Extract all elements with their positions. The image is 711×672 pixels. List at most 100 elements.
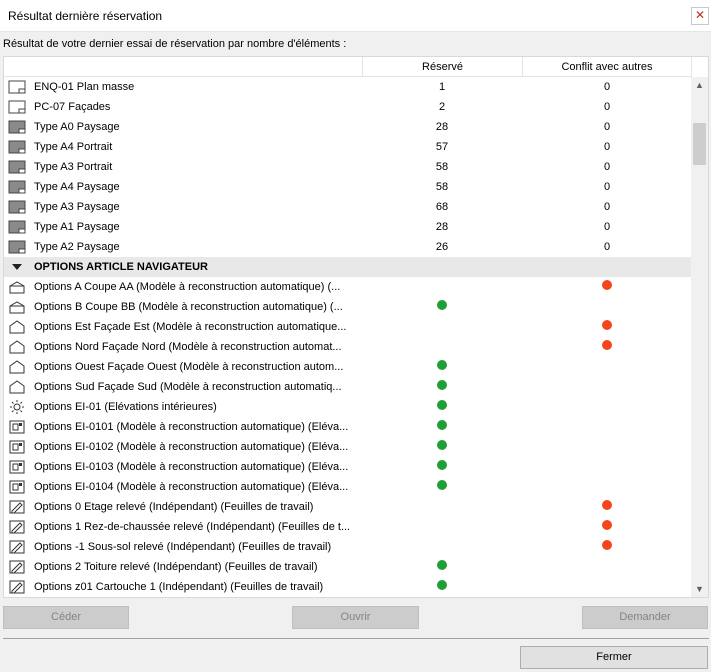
table-row[interactable]: ENQ-01 Plan masse 1 0 <box>4 77 692 97</box>
row-name: OPTIONS ARTICLE NAVIGATEUR <box>34 261 208 273</box>
ouvrir-button[interactable]: Ouvrir <box>292 606 419 629</box>
table-header: Réservé Conflit avec autres <box>4 57 692 77</box>
table-row[interactable]: Options B Coupe BB (Modèle à reconstruct… <box>4 297 692 317</box>
table-row[interactable]: Options 1 Rez-de-chaussée relevé (Indépe… <box>4 517 692 537</box>
row-name: Options Nord Façade Nord (Modèle à recon… <box>34 341 342 353</box>
interior-view-icon <box>8 480 26 494</box>
master-layout-icon <box>8 200 26 214</box>
conflict-count: 0 <box>603 161 611 173</box>
conflict-status-icon <box>602 340 612 350</box>
scroll-down-icon[interactable]: ▼ <box>691 581 708 597</box>
reserved-count: 68 <box>435 201 449 213</box>
row-name: Options EI-0102 (Modèle à reconstruction… <box>34 441 349 453</box>
interior-view-icon <box>8 420 26 434</box>
table-row[interactable]: Type A4 Portrait 57 0 <box>4 137 692 157</box>
window-title: Résultat dernière réservation <box>8 9 163 23</box>
scroll-up-icon[interactable]: ▲ <box>691 77 708 94</box>
table-row[interactable]: Options Nord Façade Nord (Modèle à recon… <box>4 337 692 357</box>
reserved-status-icon <box>437 440 447 450</box>
layout-sheet-icon <box>8 100 26 114</box>
column-header-conflict[interactable]: Conflit avec autres <box>522 57 692 77</box>
conflict-count: 0 <box>603 181 611 193</box>
row-name: Type A4 Portrait <box>34 141 113 153</box>
conflict-count: 0 <box>603 241 611 253</box>
table-row[interactable]: Type A2 Paysage 26 0 <box>4 237 692 257</box>
table-row[interactable]: Options -1 Sous-sol relevé (Indépendant)… <box>4 537 692 557</box>
conflict-status-icon <box>602 520 612 530</box>
column-header-reserved[interactable]: Réservé <box>362 57 522 77</box>
elevation-icon <box>8 320 26 334</box>
row-name: Options z01 Cartouche 1 (Indépendant) (F… <box>34 581 324 593</box>
conflict-status-icon <box>602 540 612 550</box>
worksheet-icon <box>8 500 26 514</box>
row-name: Options B Coupe BB (Modèle à reconstruct… <box>34 301 343 313</box>
reserved-count: 1 <box>438 81 446 93</box>
table-row[interactable]: Type A1 Paysage 28 0 <box>4 217 692 237</box>
table-row[interactable]: Type A3 Paysage 68 0 <box>4 197 692 217</box>
reserved-count: 2 <box>438 101 446 113</box>
reserved-status-icon <box>437 420 447 430</box>
table-row[interactable]: Options EI-0101 (Modèle à reconstruction… <box>4 417 692 437</box>
row-name: Type A4 Paysage <box>34 181 120 193</box>
reserved-status-icon <box>437 580 447 590</box>
table-row[interactable]: Options EI-01 (Elévations intérieures) <box>4 397 692 417</box>
expand-arrow-icon[interactable] <box>8 260 26 274</box>
reservation-table: Réservé Conflit avec autres ENQ-01 Plan … <box>3 56 709 598</box>
row-name: Options EI-0101 (Modèle à reconstruction… <box>34 421 349 433</box>
divider <box>3 638 709 639</box>
conflict-status-icon <box>602 320 612 330</box>
table-row[interactable]: Options EI-0103 (Modèle à reconstruction… <box>4 457 692 477</box>
table-row[interactable]: Options 2 Toiture relevé (Indépendant) (… <box>4 557 692 577</box>
section-icon <box>8 300 26 314</box>
table-body: ENQ-01 Plan masse 1 0 PC-07 Façades 2 0 Type A… <box>4 77 692 597</box>
table-row[interactable]: Options EI-0102 (Modèle à reconstruction… <box>4 437 692 457</box>
group-header-row[interactable]: OPTIONS ARTICLE NAVIGATEUR <box>4 257 692 277</box>
table-row[interactable]: Options z01 Cartouche 1 (Indépendant) (F… <box>4 577 692 597</box>
row-name: ENQ-01 Plan masse <box>34 81 135 93</box>
worksheet-icon <box>8 560 26 574</box>
table-row[interactable]: Type A3 Portrait 58 0 <box>4 157 692 177</box>
layout-sheet-icon <box>8 80 26 94</box>
vertical-scrollbar[interactable]: ▲ ▼ <box>691 77 708 597</box>
reserved-status-icon <box>437 560 447 570</box>
demander-button[interactable]: Demander <box>582 606 708 629</box>
table-row[interactable]: Options A Coupe AA (Modèle à reconstruct… <box>4 277 692 297</box>
master-layout-icon <box>8 240 26 254</box>
reserved-count: 58 <box>435 161 449 173</box>
scrollbar-thumb[interactable] <box>693 123 706 165</box>
table-row[interactable]: Type A4 Paysage 58 0 <box>4 177 692 197</box>
conflict-count: 0 <box>603 121 611 133</box>
reserved-status-icon <box>437 360 447 370</box>
fermer-button[interactable]: Fermer <box>520 646 708 669</box>
table-row[interactable]: Type A0 Paysage 28 0 <box>4 117 692 137</box>
column-header-name[interactable] <box>4 57 362 77</box>
row-name: Type A0 Paysage <box>34 121 120 133</box>
ceder-button[interactable]: Céder <box>3 606 129 629</box>
interior-view-icon <box>8 460 26 474</box>
table-row[interactable]: PC-07 Façades 2 0 <box>4 97 692 117</box>
elevation-icon <box>8 340 26 354</box>
elevation-icon <box>8 380 26 394</box>
table-row[interactable]: Options Est Façade Est (Modèle à reconst… <box>4 317 692 337</box>
row-name: Options Est Façade Est (Modèle à reconst… <box>34 321 347 333</box>
close-button[interactable]: ✕ <box>691 7 709 25</box>
row-name: Options A Coupe AA (Modèle à reconstruct… <box>34 281 341 293</box>
reserved-count: 28 <box>435 221 449 233</box>
master-layout-icon <box>8 220 26 234</box>
reserved-count: 57 <box>435 141 449 153</box>
table-row[interactable]: Options 0 Etage relevé (Indépendant) (Fe… <box>4 497 692 517</box>
conflict-count: 0 <box>603 201 611 213</box>
reserved-status-icon <box>437 380 447 390</box>
table-row[interactable]: Options Sud Façade Sud (Modèle à reconst… <box>4 377 692 397</box>
table-row[interactable]: Options Ouest Façade Ouest (Modèle à rec… <box>4 357 692 377</box>
conflict-status-icon <box>602 280 612 290</box>
row-name: Options EI-01 (Elévations intérieures) <box>34 401 217 413</box>
table-row[interactable]: Options EI-0104 (Modèle à reconstruction… <box>4 477 692 497</box>
conflict-count: 0 <box>603 221 611 233</box>
master-layout-icon <box>8 160 26 174</box>
row-name: Options Sud Façade Sud (Modèle à reconst… <box>34 381 342 393</box>
row-name: Options -1 Sous-sol relevé (Indépendant)… <box>34 541 332 553</box>
worksheet-icon <box>8 520 26 534</box>
row-name: Options 1 Rez-de-chaussée relevé (Indépe… <box>34 521 351 533</box>
section-icon <box>8 280 26 294</box>
